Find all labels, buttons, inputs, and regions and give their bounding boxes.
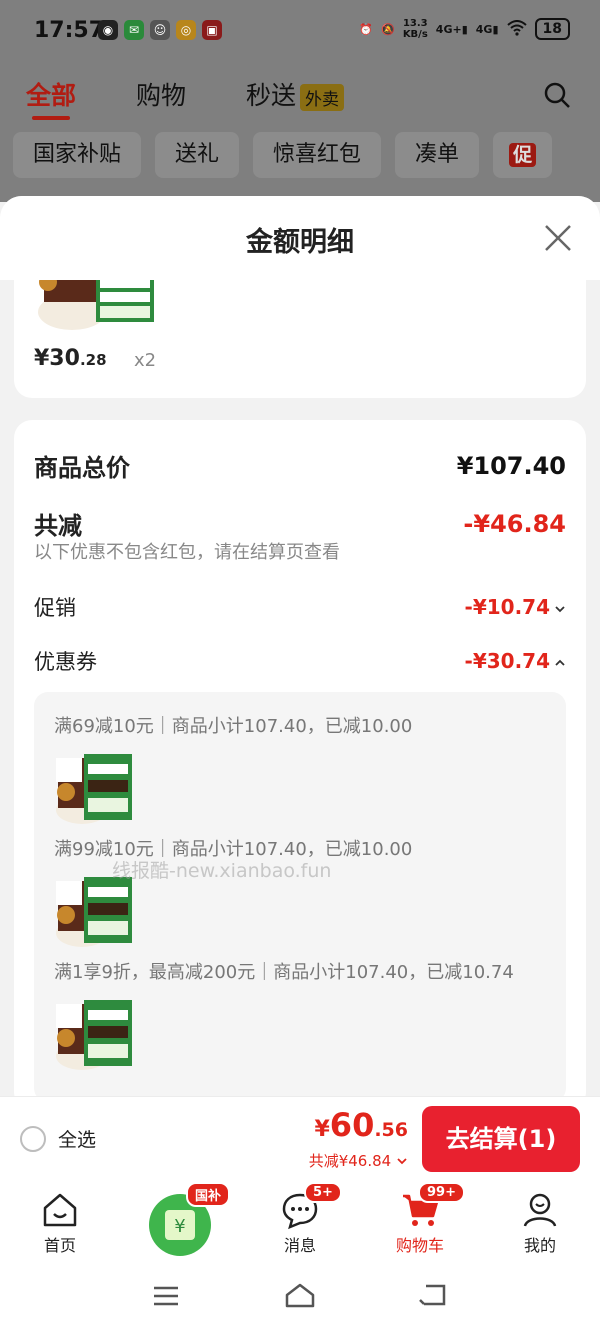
- signal-1-icon: 4G+▮: [435, 22, 468, 36]
- profile-icon: [520, 1190, 560, 1230]
- total-discount-label: 共减: [34, 512, 82, 540]
- nav-messages[interactable]: 消息 5+: [240, 1180, 360, 1260]
- weibo-icon: ◎: [176, 20, 196, 40]
- tab-instant[interactable]: 秒送 外卖: [246, 76, 345, 112]
- mute-icon: 🔕: [381, 22, 395, 36]
- cart-badge: 99+: [418, 1182, 465, 1203]
- tab-shopping[interactable]: 购物: [136, 76, 186, 112]
- chip-red-packet[interactable]: 惊喜红包: [253, 132, 382, 178]
- subsidy-badge: 国补: [186, 1182, 231, 1207]
- watermark: 线报酷-new.xianbao.fun: [112, 860, 332, 882]
- tab-all[interactable]: 全部: [26, 76, 76, 120]
- summary-card: 商品总价 ¥107.40 共减 -¥46.84 以下优惠不包含红包，请在结算页查…: [14, 420, 586, 1096]
- takeout-tag: 外卖: [300, 83, 345, 111]
- item-card: ¥30.28 x2: [14, 280, 586, 398]
- top-tabs: 全部 购物 秒送 外卖: [26, 76, 345, 120]
- home-icon: [40, 1190, 80, 1230]
- alarm-icon: ⏰: [359, 22, 374, 36]
- status-app-icons: ◉ ✉ ☺ ◎ ▣: [98, 20, 222, 40]
- chip-national-subsidy[interactable]: 国家补贴: [13, 132, 142, 178]
- nav-home-label: 首页: [43, 1236, 76, 1255]
- status-indicators: ⏰ 🔕 13.3 KB/s 4G+▮ 4G▮ 18: [359, 18, 570, 40]
- svg-text:¥: ¥: [174, 1216, 185, 1237]
- qq-icon: ◉: [98, 20, 118, 40]
- nav-cart[interactable]: 购物车 99+: [360, 1180, 480, 1260]
- coupon-product-image-1[interactable]: [54, 750, 134, 828]
- coupon-row[interactable]: 优惠券 -¥30.74: [34, 646, 566, 676]
- coupon-value: -¥30.74: [465, 649, 566, 673]
- status-time: 17:57: [34, 18, 105, 43]
- nav-messages-label: 消息: [283, 1236, 316, 1255]
- nav-mine[interactable]: 我的: [480, 1180, 600, 1260]
- system-nav-bar: [0, 1260, 600, 1333]
- filter-chips: 国家补贴 送礼 惊喜红包 凑单 促: [13, 132, 553, 178]
- coupon-details: 满69减10元｜商品小计107.40，已减10.00 满99减10元｜商品小计1…: [34, 692, 566, 1096]
- item-price: ¥30.28: [34, 346, 107, 371]
- amount-detail-sheet: 金额明细 ¥30.28 x2 商品总价 ¥107.40 共减 -¥46.84 以…: [0, 196, 600, 1096]
- nav-cart-label: 购物车: [395, 1236, 444, 1255]
- total-discount-value: -¥46.84: [463, 509, 566, 538]
- search-icon[interactable]: [542, 80, 572, 114]
- background-page: 全部 购物 秒送 外卖 国家补贴 送礼 惊喜红包 凑单 促: [0, 62, 600, 202]
- chevron-down-icon: [554, 595, 566, 619]
- select-all-label: 全选: [58, 1129, 97, 1151]
- item-quantity: x2: [134, 350, 157, 371]
- checkout-button[interactable]: 去结算(1): [422, 1106, 580, 1172]
- coupon-label: 优惠券: [34, 650, 97, 674]
- nav-home[interactable]: 首页: [0, 1180, 120, 1260]
- close-icon[interactable]: [542, 222, 574, 254]
- shopping-app-icon: ▣: [202, 20, 222, 40]
- home-nav-icon[interactable]: [284, 1282, 316, 1312]
- signal-2-icon: 4G▮: [475, 22, 499, 36]
- battery-icon: 18: [534, 18, 570, 40]
- menu-icon[interactable]: [152, 1284, 180, 1312]
- chip-gift[interactable]: 送礼: [155, 132, 240, 178]
- select-all-toggle[interactable]: 全选: [20, 1125, 96, 1152]
- sheet-header: 金额明细: [0, 196, 600, 280]
- select-all-radio[interactable]: [20, 1125, 46, 1152]
- sheet-title: 金额明细: [246, 227, 354, 258]
- bottom-nav: 首页 ¥ 国补 消息 5+ 购物车 99+ 我的: [0, 1180, 600, 1260]
- total-discount-toggle[interactable]: 共减¥46.84: [309, 1150, 408, 1171]
- checkout-bar: 全选 ¥60.56 共减¥46.84 去结算(1): [0, 1096, 600, 1180]
- total-price: ¥60.56: [314, 1106, 408, 1144]
- product-total-label: 商品总价: [34, 454, 130, 482]
- avatar-app-icon: ☺: [150, 20, 170, 40]
- chip-add-on[interactable]: 凑单: [395, 132, 480, 178]
- discount-note: 以下优惠不包含红包，请在结算页查看: [34, 542, 340, 563]
- status-bar: 17:57 ◉ ✉ ☺ ◎ ▣ ⏰ 🔕 13.3 KB/s 4G+▮ 4G▮ 1…: [0, 0, 600, 62]
- promotion-label: 促销: [34, 596, 76, 620]
- product-total-row: 商品总价 ¥107.40: [34, 448, 566, 483]
- coupon-product-image-2[interactable]: [54, 873, 134, 951]
- net-speed: 13.3 KB/s: [402, 18, 428, 40]
- nav-mine-label: 我的: [523, 1236, 556, 1255]
- total-amount: ¥60.56 共减¥46.84: [309, 1105, 408, 1171]
- product-image[interactable]: [34, 280, 154, 330]
- back-icon[interactable]: [418, 1282, 448, 1312]
- coupon-product-image-3[interactable]: [54, 996, 134, 1074]
- chevron-down-icon: [396, 1152, 408, 1170]
- chevron-up-icon: [554, 649, 566, 673]
- total-discount-row: 共减 -¥46.84: [34, 506, 566, 541]
- promotion-row[interactable]: 促销 -¥10.74: [34, 592, 566, 622]
- promotion-value: -¥10.74: [465, 595, 566, 619]
- wifi-icon: [506, 19, 527, 39]
- product-total-value: ¥107.40: [456, 451, 566, 480]
- coupon-line-1: 满69减10元｜商品小计107.40，已减10.00: [54, 716, 413, 737]
- wechat-icon: ✉: [124, 20, 144, 40]
- chip-promotion[interactable]: 促: [493, 132, 553, 178]
- coupon-line-3: 满1享9折，最高减200元｜商品小计107.40，已减10.74: [54, 962, 514, 983]
- messages-badge: 5+: [304, 1182, 342, 1203]
- promo-badge: 促: [509, 143, 537, 167]
- nav-subsidy[interactable]: ¥ 国补: [120, 1180, 240, 1260]
